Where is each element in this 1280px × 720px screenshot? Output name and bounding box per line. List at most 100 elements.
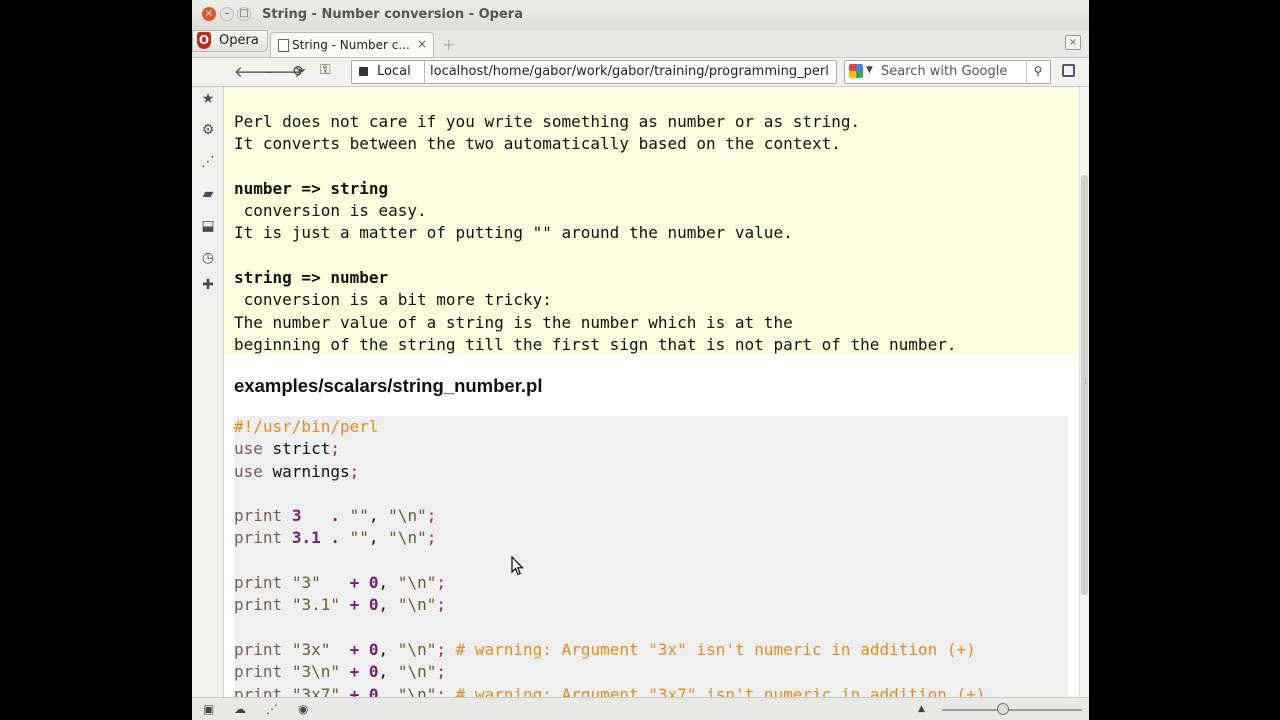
code-string: "3x7" — [291, 684, 340, 697]
code-string: "" — [349, 506, 369, 526]
tab-bar: O Opera String - Number c... × + × — [192, 30, 1089, 58]
tab-title: String - Number c... — [292, 38, 410, 52]
vertical-scrollbar[interactable]: ⋮ — [1079, 87, 1089, 697]
google-icon[interactable] — [849, 64, 863, 78]
code-number: 0 — [368, 573, 379, 593]
status-bar: ▣ ☁ ⋰ ◉ ▲ — [192, 697, 1089, 720]
opera-menu-label: Opera — [219, 33, 259, 48]
resize-grip[interactable]: ⋮ — [1082, 378, 1089, 385]
search-input[interactable] — [881, 62, 1021, 80]
address-field[interactable]: Local localhost/home/gabor/work/gabor/tr… — [351, 60, 837, 84]
code-pragma: strict — [272, 439, 331, 459]
code-string: "3\n" — [291, 662, 340, 682]
code-string: "" — [349, 528, 369, 548]
address-toolbar: 🡐 🡒 ⟳ ⚿ Local localhost/home/gabor/work/… — [192, 58, 1089, 87]
window-close-button[interactable]: × — [202, 7, 216, 21]
code-number: 0 — [368, 639, 379, 659]
zoom-slider[interactable] — [942, 709, 1082, 711]
zoom-slider-handle[interactable] — [997, 703, 1009, 715]
add-panel-icon[interactable]: ✚ — [200, 277, 216, 293]
downloads-icon[interactable]: ⬓ — [200, 218, 216, 234]
chevron-down-icon[interactable]: ▼ — [866, 65, 873, 75]
page-icon — [278, 39, 289, 52]
panel-sidebar: ★ ⚙ ⋰ ▰ ⬓ ◷ ✚ — [192, 87, 224, 697]
closed-tabs-button[interactable]: × — [1065, 35, 1081, 50]
code-number: 0 — [368, 595, 379, 615]
code-text: #!/usr/bin/perl use strict; use warnings… — [234, 416, 985, 697]
title-bar: × – □ String - Number conversion - Opera — [192, 0, 1089, 31]
code-number: 0 — [368, 662, 379, 682]
new-tab-button[interactable]: + — [442, 35, 455, 54]
window-title: String - Number conversion - Opera — [262, 7, 523, 22]
tab-active[interactable]: String - Number c... × — [270, 32, 434, 57]
code-string: "\n" — [388, 506, 427, 526]
browser-window: × – □ String - Number conversion - Opera… — [192, 0, 1089, 720]
page-content: Perl does not care if you write somethin… — [224, 87, 1079, 697]
key-icon[interactable]: ⚿ — [320, 62, 331, 78]
code-string: "\n" — [397, 573, 437, 593]
unite-icon[interactable]: ⋰ — [200, 154, 216, 170]
opera-menu-button[interactable]: O Opera — [192, 30, 268, 52]
code-string: "\n" — [388, 528, 427, 548]
scrollbar-thumb[interactable] — [1081, 175, 1088, 595]
code-string: "\n" — [397, 684, 437, 697]
code-keyword: print — [234, 639, 283, 659]
code-keyword: use — [234, 461, 263, 481]
code-keyword: print — [234, 684, 283, 697]
security-badge-icon — [359, 67, 368, 76]
code-comment: # warning: Argument "3x" isn't numeric i… — [455, 639, 976, 659]
search-icon[interactable]: ⚲ — [1026, 61, 1049, 83]
code-number: 3.1 — [291, 528, 321, 548]
settings-icon[interactable]: ⚙ — [200, 122, 216, 138]
code-keyword: print — [234, 595, 283, 615]
explanation-box: Perl does not care if you write somethin… — [224, 87, 1079, 355]
code-keyword: print — [234, 573, 283, 593]
explanation-text: Perl does not care if you write somethin… — [234, 111, 956, 356]
reload-icon[interactable]: ⟳ — [293, 62, 306, 80]
unite-status-icon[interactable]: ⋰ — [266, 702, 278, 716]
opera-link-icon[interactable]: ◉ — [298, 702, 308, 716]
code-number: 0 — [368, 684, 379, 697]
code-block: #!/usr/bin/perl use strict; use warnings… — [234, 416, 1068, 697]
code-string: "3x" — [291, 639, 331, 659]
code-string: "3" — [291, 573, 321, 593]
note-line: conversion is a bit more tricky: — [234, 290, 552, 310]
note-line: The number value of a string is the numb… — [234, 312, 793, 332]
address-divider — [424, 61, 425, 83]
tab-close-icon[interactable]: × — [417, 37, 427, 51]
code-string: "\n" — [397, 662, 437, 682]
code-keyword: print — [234, 506, 283, 526]
code-keyword: use — [234, 439, 263, 459]
code-shebang: #!/usr/bin/perl — [234, 417, 379, 436]
view-menu-icon[interactable]: ▲ — [918, 704, 925, 714]
window-minimize-button[interactable]: – — [220, 7, 234, 21]
code-string: "3.1" — [291, 595, 340, 615]
url-text[interactable]: localhost/home/gabor/work/gabor/training… — [430, 64, 834, 79]
note-line: It converts between the two automaticall… — [234, 134, 841, 154]
code-keyword: print — [234, 528, 283, 548]
extensions-icon[interactable] — [1062, 64, 1075, 77]
history-icon[interactable]: ◷ — [200, 250, 216, 266]
code-pragma: warnings — [272, 461, 350, 481]
code-string: "\n" — [397, 639, 437, 659]
opera-logo-icon: O — [197, 32, 211, 49]
note-heading: string => number — [234, 268, 389, 288]
file-heading: examples/scalars/string_number.pl — [234, 375, 543, 396]
mouse-cursor-icon — [511, 556, 524, 576]
note-line: Perl does not care if you write somethin… — [234, 112, 861, 131]
note-heading: number => string — [234, 178, 389, 198]
code-string: "\n" — [397, 595, 437, 615]
window-maximize-button[interactable]: □ — [237, 7, 251, 21]
turbo-icon[interactable]: ☁ — [234, 702, 246, 716]
note-line: It is just a matter of putting "" around… — [234, 223, 793, 243]
panel-toggle-icon[interactable]: ▣ — [203, 702, 214, 716]
notes-icon[interactable]: ▰ — [200, 186, 216, 202]
note-line: conversion is easy. — [234, 201, 427, 221]
note-line: beginning of the string till the first s… — [234, 334, 957, 354]
search-box[interactable]: ▼ ⚲ — [844, 60, 1051, 84]
security-label: Local — [377, 64, 411, 79]
code-comment: # warning: Argument "3x7" isn't numeric … — [455, 684, 986, 697]
code-keyword: print — [234, 662, 283, 682]
code-number: 3 — [291, 506, 302, 526]
bookmarks-icon[interactable]: ★ — [200, 91, 216, 107]
